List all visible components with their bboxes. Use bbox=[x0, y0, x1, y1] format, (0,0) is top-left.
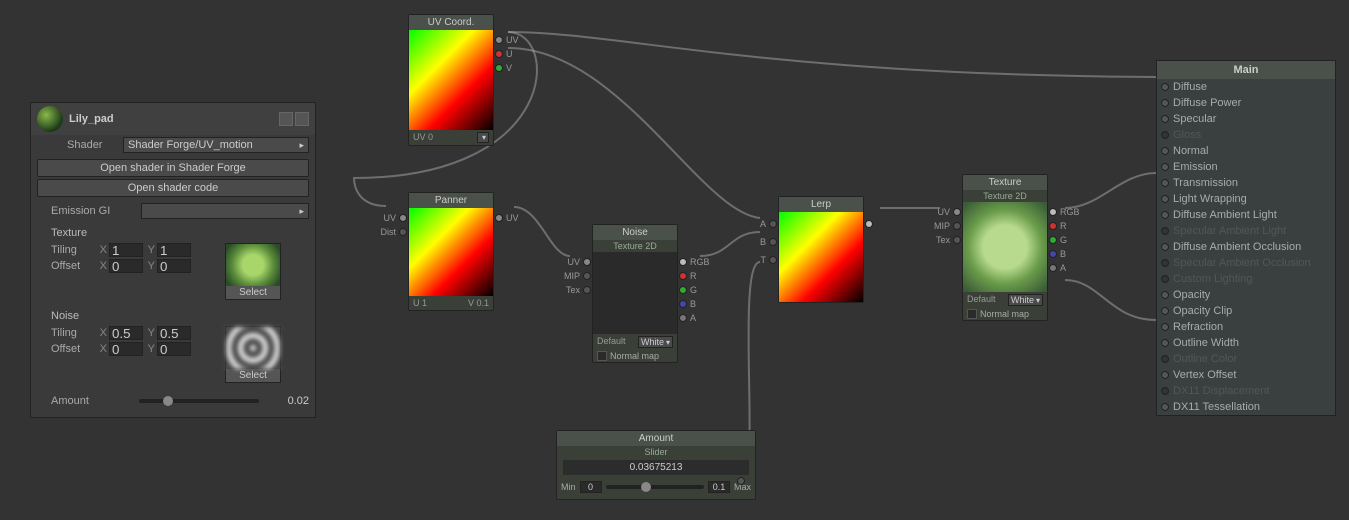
main-input-emission[interactable]: Emission bbox=[1157, 159, 1335, 175]
port-dot[interactable] bbox=[1161, 227, 1169, 235]
main-title: Main bbox=[1157, 61, 1335, 79]
port-dot[interactable] bbox=[1161, 115, 1169, 123]
main-input-outline-color[interactable]: Outline Color bbox=[1157, 351, 1335, 367]
main-input-specular[interactable]: Specular bbox=[1157, 111, 1335, 127]
main-input-specular-ambient-occlusion[interactable]: Specular Ambient Occlusion bbox=[1157, 255, 1335, 271]
main-input-outline-width[interactable]: Outline Width bbox=[1157, 335, 1335, 351]
texture-normalmap-checkbox[interactable] bbox=[967, 309, 977, 319]
port-dot[interactable] bbox=[1161, 179, 1169, 187]
amount-node-slider[interactable] bbox=[606, 485, 704, 489]
main-output-node[interactable]: Main DiffuseDiffuse PowerSpecularGlossNo… bbox=[1156, 60, 1336, 416]
main-input-transmission[interactable]: Transmission bbox=[1157, 175, 1335, 191]
main-input-diffuse-ambient-light[interactable]: Diffuse Ambient Light bbox=[1157, 207, 1335, 223]
node-texture[interactable]: Texture Texture 2D UV MIP Tex RGB R G B … bbox=[962, 174, 1048, 321]
amount-min-field[interactable]: 0 bbox=[580, 481, 602, 493]
port-dot[interactable] bbox=[1161, 99, 1169, 107]
amount-node-value[interactable]: 0.03675213 bbox=[563, 460, 749, 475]
port-dot[interactable] bbox=[1161, 387, 1169, 395]
port-dot[interactable] bbox=[1161, 163, 1169, 171]
port-dot[interactable] bbox=[1161, 243, 1169, 251]
port-dot[interactable] bbox=[1161, 307, 1169, 315]
main-input-gloss[interactable]: Gloss bbox=[1157, 127, 1335, 143]
port-dot[interactable] bbox=[1161, 131, 1169, 139]
port-dot[interactable] bbox=[1161, 291, 1169, 299]
node-amount[interactable]: Amount Slider 0.03675213 Min 0 0.1 Max bbox=[556, 430, 756, 500]
main-input-opacity[interactable]: Opacity bbox=[1157, 287, 1335, 303]
main-input-diffuse-power[interactable]: Diffuse Power bbox=[1157, 95, 1335, 111]
port-dot[interactable] bbox=[1161, 339, 1169, 347]
node-lerp[interactable]: Lerp A B T bbox=[778, 196, 864, 303]
main-input-dx11-displacement[interactable]: DX11 Displacement bbox=[1157, 383, 1335, 399]
amount-max-field[interactable]: 0.1 bbox=[708, 481, 730, 493]
main-input-custom-lighting[interactable]: Custom Lighting bbox=[1157, 271, 1335, 287]
main-input-specular-ambient-light[interactable]: Specular Ambient Light bbox=[1157, 223, 1335, 239]
main-input-dx11-tessellation[interactable]: DX11 Tessellation bbox=[1157, 399, 1335, 415]
main-input-vertex-offset[interactable]: Vertex Offset bbox=[1157, 367, 1335, 383]
noise-normalmap-checkbox[interactable] bbox=[597, 351, 607, 361]
port-dot[interactable] bbox=[1161, 355, 1169, 363]
node-uv-coord[interactable]: UV Coord. UV U V UV 0 bbox=[408, 14, 494, 146]
main-input-refraction[interactable]: Refraction bbox=[1157, 319, 1335, 335]
node-panner[interactable]: Panner UV Dist UV U 1V 0.1 bbox=[408, 192, 494, 311]
port-dot[interactable] bbox=[1161, 195, 1169, 203]
noise-default-dropdown[interactable]: White bbox=[638, 336, 673, 348]
node-canvas[interactable]: UV Coord. UV U V UV 0 Panner UV Dist UV … bbox=[0, 0, 1349, 520]
main-input-normal[interactable]: Normal bbox=[1157, 143, 1335, 159]
uv-channel-dropdown[interactable] bbox=[477, 132, 489, 143]
texture-default-dropdown[interactable]: White bbox=[1008, 294, 1043, 306]
port-dot[interactable] bbox=[1161, 259, 1169, 267]
port-dot[interactable] bbox=[1161, 83, 1169, 91]
port-dot[interactable] bbox=[1161, 403, 1169, 411]
port-dot[interactable] bbox=[1161, 147, 1169, 155]
node-noise[interactable]: Noise Texture 2D UV MIP Tex RGB R G B A … bbox=[592, 224, 678, 363]
main-input-light-wrapping[interactable]: Light Wrapping bbox=[1157, 191, 1335, 207]
main-input-diffuse[interactable]: Diffuse bbox=[1157, 79, 1335, 95]
port-dot[interactable] bbox=[1161, 323, 1169, 331]
port-dot[interactable] bbox=[1161, 275, 1169, 283]
port-dot[interactable] bbox=[1161, 371, 1169, 379]
main-input-diffuse-ambient-occlusion[interactable]: Diffuse Ambient Occlusion bbox=[1157, 239, 1335, 255]
main-input-opacity-clip[interactable]: Opacity Clip bbox=[1157, 303, 1335, 319]
port-dot[interactable] bbox=[1161, 211, 1169, 219]
